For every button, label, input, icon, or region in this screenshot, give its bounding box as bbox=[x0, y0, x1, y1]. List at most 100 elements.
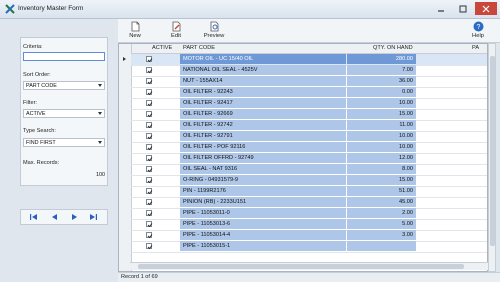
qty-on-hand-cell[interactable]: 11.00 bbox=[347, 120, 416, 130]
next-icon bbox=[72, 214, 77, 220]
part-code-cell[interactable]: OIL FILTER - 92243 bbox=[180, 87, 346, 97]
part-code-cell[interactable]: OIL FILTER - 92417 bbox=[180, 98, 346, 108]
qty-on-hand-text: 5.00 bbox=[402, 221, 413, 227]
close-button[interactable] bbox=[475, 2, 497, 15]
qty-on-hand-cell[interactable]: 2.00 bbox=[347, 208, 416, 218]
edit-button[interactable]: Edit bbox=[162, 20, 190, 41]
qty-on-hand-cell[interactable]: 10.00 bbox=[347, 142, 416, 152]
qty-on-hand-cell[interactable]: 36.00 bbox=[347, 76, 416, 86]
qty-on-hand-cell[interactable]: 280.00 bbox=[347, 54, 416, 64]
column-header-part-code[interactable]: PART CODE bbox=[183, 45, 215, 51]
qty-on-hand-cell[interactable]: 10.00 bbox=[347, 98, 416, 108]
column-header-partial[interactable]: PA bbox=[472, 45, 479, 51]
qty-on-hand-cell[interactable]: 15.00 bbox=[347, 175, 416, 185]
qty-on-hand-cell[interactable]: 45.00 bbox=[347, 197, 416, 207]
qty-on-hand-text: 280.00 bbox=[395, 56, 413, 62]
active-checkbox[interactable] bbox=[146, 188, 153, 195]
qty-on-hand-text: 12.00 bbox=[399, 155, 413, 161]
part-code-text: OIL FILTER - 92417 bbox=[183, 100, 233, 106]
active-checkbox[interactable] bbox=[146, 232, 153, 239]
qty-on-hand-cell[interactable]: 5.00 bbox=[347, 219, 416, 229]
active-checkbox[interactable] bbox=[146, 199, 153, 206]
active-checkbox[interactable] bbox=[146, 89, 153, 96]
maximize-icon bbox=[459, 5, 467, 13]
part-code-cell[interactable]: OIL SEAL - NAT 9316 bbox=[180, 164, 346, 174]
active-checkbox[interactable] bbox=[146, 155, 153, 162]
filter-select[interactable]: ACTIVE bbox=[23, 109, 105, 118]
part-code-cell[interactable]: PIPE - 11053011-0 bbox=[180, 208, 346, 218]
column-header-qty-on-hand[interactable]: QTY. ON HAND bbox=[373, 45, 413, 51]
preview-button[interactable]: Preview bbox=[198, 20, 230, 41]
part-code-cell[interactable]: PIN - 1199R2176 bbox=[180, 186, 346, 196]
part-code-cell[interactable]: MOTOR OIL - UC 15/40 OIL bbox=[180, 54, 346, 64]
chevron-down-icon bbox=[98, 112, 102, 115]
part-code-cell[interactable]: NUT - 155AX14 bbox=[180, 76, 346, 86]
active-checkbox[interactable] bbox=[146, 166, 153, 173]
max-records-input[interactable]: 100 bbox=[96, 172, 105, 178]
active-checkbox[interactable] bbox=[146, 67, 153, 74]
active-checkbox[interactable] bbox=[146, 56, 153, 63]
part-code-text: PIPE - 11053014-4 bbox=[183, 232, 231, 238]
help-button[interactable]: ? Help bbox=[464, 20, 492, 41]
vertical-scroll-thumb[interactable] bbox=[490, 56, 495, 246]
active-checkbox[interactable] bbox=[146, 133, 153, 140]
part-code-cell[interactable]: PIPE - 11053015-1 bbox=[180, 241, 346, 251]
qty-on-hand-cell[interactable]: 15.00 bbox=[347, 109, 416, 119]
next-record-button[interactable] bbox=[69, 213, 79, 221]
part-code-cell[interactable]: OIL FILTER OFFRD - 92749 bbox=[180, 153, 346, 163]
type-search-select[interactable]: FIND FIRST bbox=[23, 138, 105, 147]
grid-header: ACTIVE PART CODE QTY. ON HAND PA bbox=[119, 44, 487, 54]
type-search-label: Type Search: bbox=[23, 128, 56, 134]
chevron-down-icon bbox=[98, 84, 102, 87]
part-code-cell[interactable]: OIL FILTER - 92669 bbox=[180, 109, 346, 119]
active-checkbox[interactable] bbox=[146, 243, 153, 250]
previous-record-button[interactable] bbox=[50, 213, 60, 221]
active-checkbox[interactable] bbox=[146, 210, 153, 217]
qty-on-hand-cell[interactable]: 51.00 bbox=[347, 186, 416, 196]
active-checkbox[interactable] bbox=[146, 144, 153, 151]
active-checkbox[interactable] bbox=[146, 122, 153, 129]
part-code-cell[interactable]: PIPE - 11053014-4 bbox=[180, 230, 346, 240]
part-code-text: OIL FILTER OFFRD - 92749 bbox=[183, 155, 254, 161]
sort-order-value: PART CODE bbox=[26, 83, 57, 89]
sort-order-label: Sort Order: bbox=[23, 72, 51, 78]
active-checkbox[interactable] bbox=[146, 78, 153, 85]
type-search-value: FIND FIRST bbox=[26, 140, 56, 146]
search-criteria-panel: Criteria: Sort Order: PART CODE Filter: … bbox=[20, 37, 108, 186]
part-code-cell[interactable]: PINION (RB) - 2233U151 bbox=[180, 197, 346, 207]
qty-on-hand-cell[interactable]: 12.00 bbox=[347, 153, 416, 163]
qty-on-hand-cell[interactable]: 10.00 bbox=[347, 131, 416, 141]
qty-on-hand-cell[interactable]: 0.00 bbox=[347, 87, 416, 97]
minimize-button[interactable] bbox=[430, 2, 452, 15]
active-checkbox[interactable] bbox=[146, 221, 153, 228]
horizontal-scrollbar[interactable] bbox=[130, 262, 488, 270]
qty-on-hand-text: 10.00 bbox=[399, 144, 413, 150]
new-button[interactable]: New bbox=[121, 20, 149, 41]
qty-on-hand-cell[interactable]: 7.00 bbox=[347, 65, 416, 75]
part-code-cell[interactable]: NATIONAL OIL SEAL - 4525V bbox=[180, 65, 346, 75]
active-checkbox[interactable] bbox=[146, 100, 153, 107]
part-code-cell[interactable]: PIPE - 11053013-6 bbox=[180, 219, 346, 229]
first-record-button[interactable] bbox=[29, 213, 39, 221]
table-row[interactable]: PIPE - 11053015-1 bbox=[131, 241, 487, 253]
filter-label: Filter: bbox=[23, 100, 37, 106]
new-document-icon bbox=[131, 21, 139, 32]
vertical-scrollbar[interactable] bbox=[488, 43, 496, 272]
qty-on-hand-cell[interactable] bbox=[347, 241, 416, 251]
part-code-cell[interactable]: OIL FILTER - 92742 bbox=[180, 120, 346, 130]
qty-on-hand-cell[interactable]: 8.00 bbox=[347, 164, 416, 174]
column-header-active[interactable]: ACTIVE bbox=[152, 45, 172, 51]
part-code-cell[interactable]: OIL FILTER - 92791 bbox=[180, 131, 346, 141]
part-code-cell[interactable]: OIL FILTER - POF 92116 bbox=[180, 142, 346, 152]
active-checkbox[interactable] bbox=[146, 177, 153, 184]
part-code-cell[interactable]: O-RING - 04931579-9 bbox=[180, 175, 346, 185]
sort-order-select[interactable]: PART CODE bbox=[23, 81, 105, 90]
qty-on-hand-text: 8.00 bbox=[402, 166, 413, 172]
horizontal-scroll-thumb[interactable] bbox=[138, 264, 464, 269]
qty-on-hand-text: 10.00 bbox=[399, 100, 413, 106]
active-checkbox[interactable] bbox=[146, 111, 153, 118]
last-record-button[interactable] bbox=[88, 213, 98, 221]
qty-on-hand-cell[interactable]: 3.00 bbox=[347, 230, 416, 240]
maximize-button[interactable] bbox=[452, 2, 474, 15]
criteria-input[interactable] bbox=[23, 52, 105, 61]
